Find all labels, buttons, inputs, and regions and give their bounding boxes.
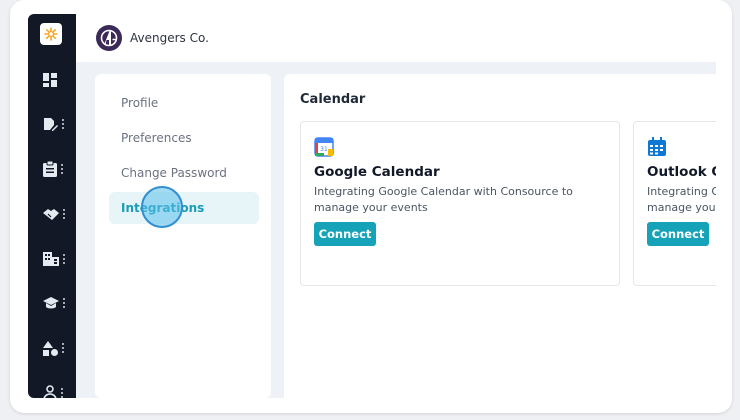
building-icon xyxy=(43,252,59,266)
more-dots-icon[interactable] xyxy=(61,388,63,398)
shapes-icon xyxy=(43,340,58,356)
outlook-calendar-card: Outlook Calendar Integrating Outlook Cal… xyxy=(633,121,716,286)
nav-dashboard[interactable] xyxy=(43,71,73,89)
user-icon xyxy=(43,385,57,398)
section-title: Calendar xyxy=(300,92,366,107)
graduation-cap-icon xyxy=(43,296,59,308)
more-dots-icon[interactable] xyxy=(61,164,63,174)
outlook-connect-button[interactable]: Connect xyxy=(647,222,709,246)
nav-documents[interactable] xyxy=(43,115,73,133)
google-connect-button[interactable]: Connect xyxy=(314,222,376,246)
more-dots-icon[interactable] xyxy=(63,254,65,264)
clipboard-icon xyxy=(43,161,57,177)
company-logo[interactable] xyxy=(96,25,122,51)
company-name: Avengers Co. xyxy=(130,31,209,45)
nav-resources[interactable] xyxy=(43,339,73,357)
click-indicator xyxy=(141,186,183,228)
avengers-logo-icon xyxy=(100,29,118,47)
outlook-calendar-icon xyxy=(648,137,666,156)
google-calendar-icon: 31 xyxy=(314,137,334,157)
card-description: Integrating Outlook Calendar with Consou… xyxy=(647,185,716,214)
card-title: Outlook Calendar xyxy=(647,164,716,180)
settings-nav-integrations[interactable]: Integrations xyxy=(109,192,259,224)
more-dots-icon[interactable] xyxy=(63,209,65,219)
card-description: Integrating Google Calendar with Consour… xyxy=(314,185,573,214)
integrations-panel: Calendar 31 Google Calendar Integrating … xyxy=(284,74,716,398)
edit-document-icon xyxy=(44,117,58,131)
nav-training[interactable] xyxy=(43,294,73,312)
sidebar-rail xyxy=(28,14,76,398)
settings-nav-profile[interactable]: Profile xyxy=(109,87,259,119)
nav-users[interactable] xyxy=(43,384,73,398)
settings-nav-preferences[interactable]: Preferences xyxy=(109,122,259,154)
sun-logo-icon xyxy=(44,27,58,41)
more-dots-icon[interactable] xyxy=(63,298,65,308)
google-calendar-card: 31 Google Calendar Integrating Google Ca… xyxy=(300,121,620,286)
dashboard-icon xyxy=(43,73,57,87)
app-logo[interactable] xyxy=(40,23,62,45)
app-window: Avengers Co. Profile Preferences Change … xyxy=(10,0,732,413)
more-dots-icon[interactable] xyxy=(62,119,64,129)
nav-companies[interactable] xyxy=(43,250,73,268)
nav-partners[interactable] xyxy=(43,205,73,223)
handshake-icon xyxy=(43,208,59,220)
nav-tasks[interactable] xyxy=(43,160,73,178)
settings-nav: Profile Preferences Change Password Inte… xyxy=(95,74,271,398)
settings-nav-change-password[interactable]: Change Password xyxy=(109,157,259,189)
svg-text:31: 31 xyxy=(320,146,328,153)
card-title: Google Calendar xyxy=(314,164,440,180)
more-dots-icon[interactable] xyxy=(62,343,64,353)
top-bar: Avengers Co. xyxy=(76,14,716,62)
